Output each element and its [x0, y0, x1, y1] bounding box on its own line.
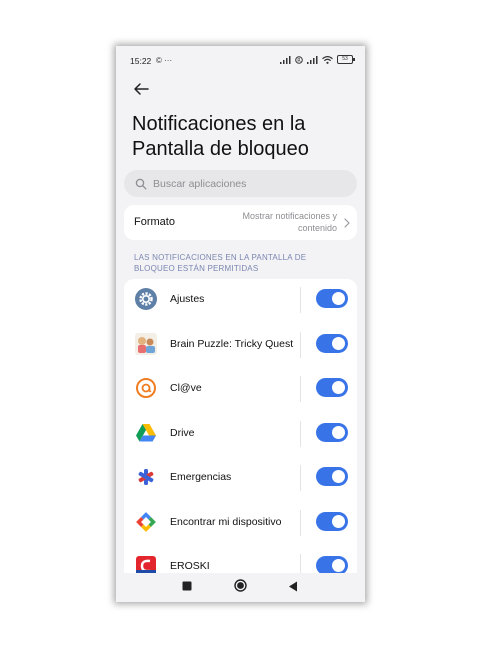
signal-icon	[280, 55, 291, 64]
clave-icon	[136, 378, 156, 398]
toggle-knob	[332, 336, 345, 350]
arrow-left-icon[interactable]	[132, 80, 150, 98]
svg-text:R: R	[297, 57, 301, 63]
toggle-knob	[332, 292, 345, 305]
phone-screen: 15:22 © ··· R 53 Notificaciones en la Pa…	[116, 46, 365, 602]
notification-toggle[interactable]	[316, 422, 348, 442]
notification-toggle[interactable]	[316, 511, 348, 531]
status-bar: 15:22 © ··· R 53	[116, 46, 365, 76]
notification-toggle[interactable]	[316, 333, 348, 353]
app-name: Brain Puzzle: Tricky Quest	[170, 337, 294, 350]
list-item[interactable]: Encontrar mi dispositivo	[124, 502, 357, 546]
divider	[300, 287, 301, 313]
divider	[300, 420, 301, 447]
divider	[300, 465, 301, 491]
divider	[300, 509, 301, 536]
list-item[interactable]: Brain Puzzle: Tricky Quest	[124, 324, 357, 368]
notification-icons: © ···	[156, 56, 173, 65]
app-name: EROSKI	[170, 560, 210, 572]
formato-label: Formato	[134, 216, 175, 228]
status-right-icons: R 53	[280, 55, 355, 64]
list-item[interactable]: Ajustes	[124, 279, 357, 323]
toggle-knob	[332, 559, 345, 572]
toggle-knob	[332, 425, 345, 439]
formato-setting[interactable]: Formato Mostrar notificaciones y conteni…	[124, 205, 357, 240]
status-time: 15:22	[130, 56, 152, 66]
home-button[interactable]	[234, 579, 247, 592]
navigation-bar	[116, 573, 365, 602]
app-list: Ajustes Brain Puzzle: Tricky Quest Cl@ve…	[124, 279, 357, 579]
emergency-icon	[138, 469, 154, 485]
app-name: Ajustes	[170, 293, 205, 305]
brain-puzzle-icon	[135, 332, 157, 355]
notification-toggle[interactable]	[316, 467, 348, 486]
chevron-right-icon	[344, 218, 350, 228]
notification-toggle[interactable]	[316, 289, 348, 308]
list-item[interactable]: Cl@ve	[124, 368, 357, 412]
back-button[interactable]	[288, 581, 298, 592]
toggle-knob	[332, 514, 345, 528]
toggle-knob	[332, 381, 345, 394]
app-name: Cl@ve	[170, 382, 202, 394]
search-icon	[135, 178, 147, 189]
battery-icon: 53	[337, 55, 355, 64]
wifi-icon	[322, 55, 333, 64]
notification-toggle[interactable]	[316, 378, 348, 397]
toggle-knob	[332, 470, 345, 483]
search-placeholder: Buscar aplicaciones	[153, 177, 247, 190]
divider	[300, 376, 301, 402]
section-heading: LAS NOTIFICACIONES EN LA PANTALLA DE BLO…	[134, 253, 307, 273]
drive-icon	[136, 423, 156, 441]
divider	[300, 331, 301, 358]
gear-icon	[135, 288, 157, 310]
mobile-data-icon: R	[295, 55, 303, 64]
app-name: Emergencias	[170, 471, 232, 483]
page-title: Notificaciones en la Pantalla de bloqueo	[132, 113, 309, 160]
app-name: Drive	[170, 426, 195, 439]
list-item[interactable]: Drive	[124, 413, 357, 457]
app-name: Encontrar mi dispositivo	[170, 515, 282, 528]
find-device-icon	[136, 511, 156, 532]
recents-button[interactable]	[182, 581, 192, 591]
signal-icon-2	[307, 55, 318, 64]
formato-value: Mostrar notificaciones y contenido	[242, 211, 337, 233]
list-item[interactable]: Emergencias	[124, 457, 357, 501]
search-input[interactable]: Buscar aplicaciones	[124, 170, 357, 197]
